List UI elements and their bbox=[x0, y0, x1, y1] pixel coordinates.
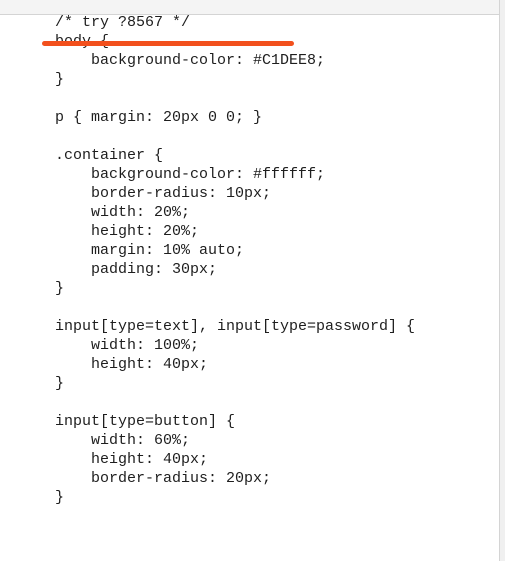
code-line: height: 40px; bbox=[55, 356, 209, 373]
code-viewer-window: /* try ?8567 */ body { background-color:… bbox=[0, 0, 505, 561]
code-line: } bbox=[55, 71, 65, 88]
annotation-underline bbox=[42, 41, 294, 46]
code-line: } bbox=[55, 375, 65, 392]
code-line: width: 100%; bbox=[55, 337, 200, 354]
code-line: /* try ?8567 */ bbox=[55, 14, 191, 31]
code-line: p { margin: 20px 0 0; } bbox=[55, 109, 263, 126]
code-line: width: 20%; bbox=[55, 204, 191, 221]
code-line: .container { bbox=[55, 147, 164, 164]
code-line: height: 20%; bbox=[55, 223, 200, 240]
code-line: border-radius: 20px; bbox=[55, 470, 272, 487]
code-line: background-color: #ffffff; bbox=[55, 166, 326, 183]
code-line: } bbox=[55, 280, 65, 297]
code-line: border-radius: 10px; bbox=[55, 185, 272, 202]
code-line: padding: 30px; bbox=[55, 261, 218, 278]
vertical-scrollbar[interactable] bbox=[499, 0, 505, 561]
code-line: margin: 10% auto; bbox=[55, 242, 245, 259]
code-line: background-color: #C1DEE8; bbox=[55, 52, 326, 69]
code-line: width: 60%; bbox=[55, 432, 191, 449]
code-line: height: 40px; bbox=[55, 451, 209, 468]
code-line: } bbox=[55, 489, 65, 506]
code-line: input[type=button] { bbox=[55, 413, 236, 430]
code-pane[interactable]: /* try ?8567 */ body { background-color:… bbox=[55, 13, 485, 543]
code-line: input[type=text], input[type=password] { bbox=[55, 318, 416, 335]
